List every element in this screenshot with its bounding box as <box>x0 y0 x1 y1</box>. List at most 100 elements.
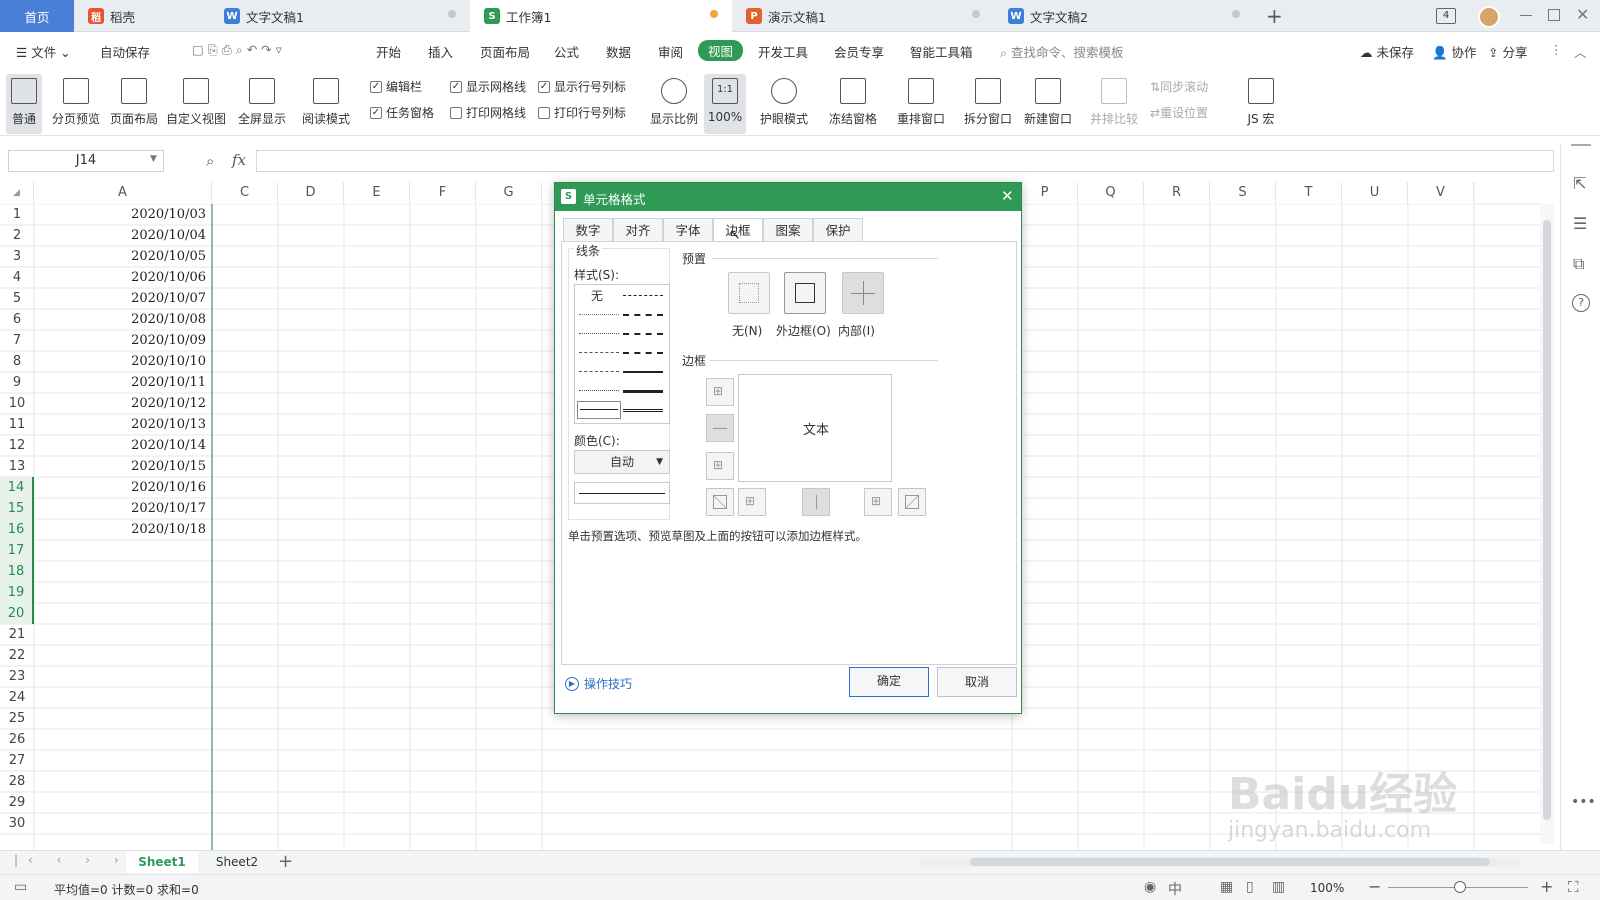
sheet-tab-sheet1[interactable]: Sheet1 <box>126 851 198 873</box>
macro-record-icon[interactable]: ▭ <box>14 879 27 895</box>
collapse-ribbon-icon[interactable]: ︿ <box>1574 42 1587 61</box>
border-left-button[interactable]: ⊞ <box>738 488 766 516</box>
view-normal-button[interactable]: 普通 <box>6 74 42 134</box>
zoom-100-button[interactable]: 1:1 100% <box>704 74 746 134</box>
row-header-6[interactable]: 6 <box>0 309 34 330</box>
window-count-badge[interactable]: 4 <box>1436 8 1456 24</box>
quick-access-icons[interactable]: ▢ ⎘ ⎙ ⌕ ↶ ↷ ▿ <box>192 42 282 58</box>
arrange-windows-button[interactable]: 重排窗口 <box>890 74 952 134</box>
row-header-13[interactable]: 13 <box>0 456 34 477</box>
freeze-panes-button[interactable]: 冻结窗格 <box>822 74 884 134</box>
sliders-icon[interactable]: ☰ <box>1573 214 1587 233</box>
column-header-a[interactable]: A <box>34 182 212 204</box>
avatar[interactable] <box>1478 6 1500 28</box>
border-preview[interactable]: 文本 <box>738 374 892 482</box>
column-header-q[interactable]: Q <box>1078 182 1144 204</box>
row-header-17[interactable]: 17 <box>0 540 34 561</box>
command-search[interactable]: ⌕ 查找命令、搜索模板 <box>1000 42 1124 61</box>
menu-data[interactable]: 数据 <box>606 42 631 61</box>
tab-alignment[interactable]: 对齐 <box>613 218 663 242</box>
share-button[interactable]: ⇪ 分享 <box>1488 42 1527 61</box>
js-macro-button[interactable]: JS 宏 <box>1236 74 1286 134</box>
menu-formula[interactable]: 公式 <box>554 42 579 61</box>
column-header-u[interactable]: U <box>1342 182 1408 204</box>
page-break-preview-button[interactable]: 分页预览 <box>48 74 104 134</box>
cell-a8[interactable]: 2020/10/10 <box>34 351 210 372</box>
line-style-item[interactable] <box>623 314 663 316</box>
cell-a5[interactable]: 2020/10/07 <box>34 288 210 309</box>
row-header-30[interactable]: 30 <box>0 813 34 834</box>
line-style-selected[interactable] <box>577 401 621 419</box>
cell-a2[interactable]: 2020/10/04 <box>34 225 210 246</box>
tab-docer[interactable]: 稻 稻壳 <box>74 0 210 32</box>
tips-link[interactable]: ▶ 操作技巧 <box>565 675 632 692</box>
column-header-s[interactable]: S <box>1210 182 1276 204</box>
unsaved-button[interactable]: ☁ 未保存 <box>1360 42 1414 61</box>
row-header-12[interactable]: 12 <box>0 435 34 456</box>
tab-word-1[interactable]: W 文字文稿1 <box>210 0 470 32</box>
unsaved-dot-icon[interactable] <box>710 10 718 18</box>
page-view-icon[interactable]: ▯ <box>1246 879 1254 895</box>
line-style-item[interactable] <box>579 390 619 391</box>
cell-a9[interactable]: 2020/10/11 <box>34 372 210 393</box>
line-style-item[interactable] <box>623 295 663 296</box>
chevron-down-icon[interactable]: ▼ <box>150 154 157 164</box>
line-style-item[interactable] <box>623 409 663 412</box>
row-header-9[interactable]: 9 <box>0 372 34 393</box>
side-by-side-button[interactable]: 并排比较 <box>1086 74 1142 134</box>
reading-mode-button[interactable]: 阅读模式 <box>294 74 358 134</box>
split-window-button[interactable]: 拆分窗口 <box>960 74 1016 134</box>
line-style-item[interactable] <box>579 371 619 372</box>
line-style-item[interactable] <box>623 390 663 393</box>
ok-button[interactable]: 确定 <box>849 667 929 697</box>
cancel-button[interactable]: 取消 <box>937 667 1017 697</box>
column-header-r[interactable]: R <box>1144 182 1210 204</box>
border-middle-button[interactable] <box>706 414 734 442</box>
border-right-button[interactable]: ⊞ <box>864 488 892 516</box>
row-header-20[interactable]: 20 <box>0 603 34 624</box>
cell-a15[interactable]: 2020/10/17 <box>34 498 210 519</box>
sync-scroll-button[interactable]: ⇅ 同步滚动 <box>1150 78 1208 95</box>
column-header-t[interactable]: T <box>1276 182 1342 204</box>
cell-a12[interactable]: 2020/10/14 <box>34 435 210 456</box>
cell-a7[interactable]: 2020/10/09 <box>34 330 210 351</box>
custom-view-button[interactable]: 自定义视图 <box>164 74 228 134</box>
line-style-none[interactable]: 无 <box>591 287 603 304</box>
tab-font[interactable]: 字体 <box>663 218 713 242</box>
row-header-28[interactable]: 28 <box>0 771 34 792</box>
row-header-29[interactable]: 29 <box>0 792 34 813</box>
cell-a1[interactable]: 2020/10/03 <box>34 204 210 225</box>
menu-start[interactable]: 开始 <box>376 42 401 61</box>
menu-page-layout[interactable]: 页面布局 <box>480 42 530 61</box>
help-icon[interactable]: ? <box>1572 294 1590 312</box>
column-header-d[interactable]: D <box>278 182 344 204</box>
row-header-23[interactable]: 23 <box>0 666 34 687</box>
scroll-thumb[interactable] <box>970 858 1490 866</box>
cell-a16[interactable]: 2020/10/18 <box>34 519 210 540</box>
close-dot-icon[interactable] <box>1232 10 1240 18</box>
reset-position-button[interactable]: ⇄ 重设位置 <box>1150 104 1208 121</box>
page-layout-button[interactable]: 页面布局 <box>106 74 162 134</box>
border-center-button[interactable] <box>802 488 830 516</box>
row-header-24[interactable]: 24 <box>0 687 34 708</box>
normal-view-icon[interactable]: ▦ <box>1220 879 1233 895</box>
checkbox-show-gridlines[interactable]: ✓ 显示网格线 <box>450 78 526 95</box>
minimize-icon[interactable] <box>1520 15 1532 16</box>
filter-icon[interactable]: ⧉ <box>1573 254 1584 274</box>
row-header-7[interactable]: 7 <box>0 330 34 351</box>
column-header-c[interactable]: C <box>212 182 278 204</box>
fullscreen-button[interactable]: 全屏显示 <box>234 74 290 134</box>
file-menu[interactable]: ☰ 文件 ⌄ <box>16 42 71 61</box>
eye-protection-button[interactable]: 护眼模式 <box>756 74 812 134</box>
new-tab-button[interactable]: + <box>1266 4 1283 28</box>
checkbox-print-headers[interactable]: 打印行号列标 <box>538 104 626 121</box>
scroll-thumb[interactable] <box>1543 220 1551 820</box>
zoom-ratio-button[interactable]: 显示比例 <box>646 74 702 134</box>
tab-word-2[interactable]: W 文字文稿2 <box>994 0 1254 32</box>
select-all-corner[interactable]: ◢ <box>0 182 34 204</box>
fullscreen-icon[interactable]: ⛶ <box>1568 878 1579 896</box>
preset-none-button[interactable] <box>728 272 770 314</box>
tab-number[interactable]: 数字 <box>563 218 613 242</box>
line-style-item[interactable] <box>623 352 663 354</box>
row-header-11[interactable]: 11 <box>0 414 34 435</box>
